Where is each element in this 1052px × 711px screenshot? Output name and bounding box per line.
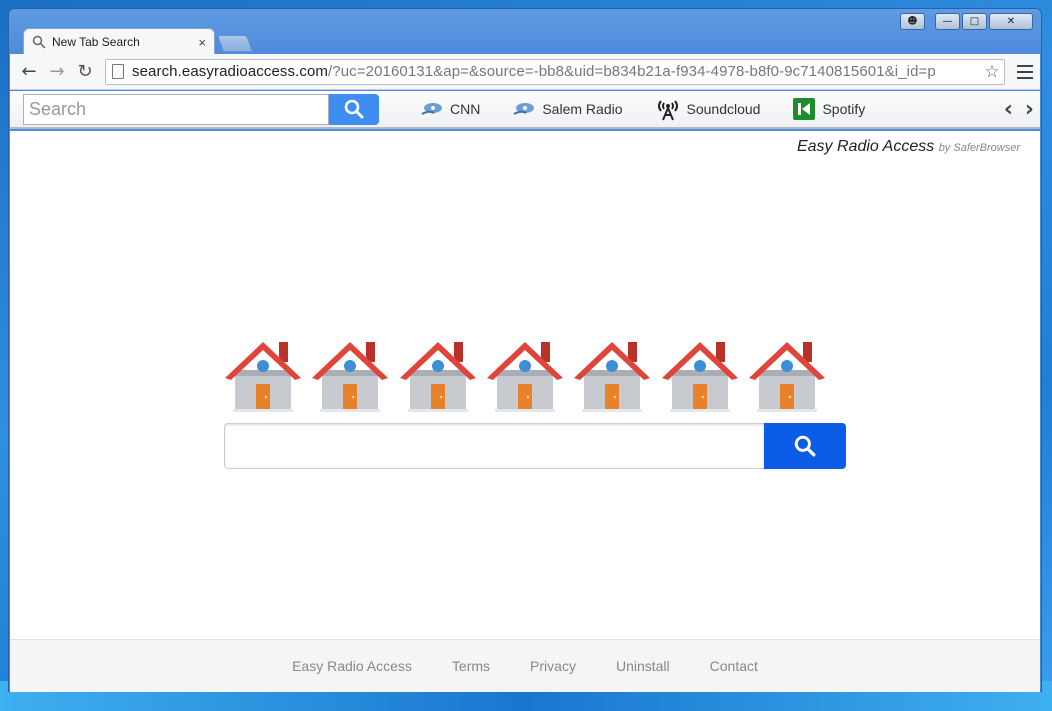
toolbar-link-salem-radio[interactable]: Salem Radio: [513, 101, 623, 117]
tab-title: New Tab Search: [52, 35, 140, 49]
tab-new-tab-search[interactable]: New Tab Search ×: [23, 28, 215, 55]
house-icon: [225, 342, 301, 412]
house-icon: [661, 342, 738, 412]
search-icon: [794, 435, 816, 457]
footer-link-easy-radio-access[interactable]: Easy Radio Access: [292, 658, 412, 674]
antenna-icon: [657, 100, 678, 121]
brand-logo: Easy Radio Access by SaferBrowser: [797, 138, 1020, 156]
toolbar-search-input[interactable]: Search: [23, 93, 329, 125]
main-search-button[interactable]: [764, 423, 846, 469]
maximize-button[interactable]: □: [962, 13, 987, 30]
tab-close-icon[interactable]: ×: [198, 35, 206, 50]
close-window-button[interactable]: ✕: [989, 13, 1033, 30]
houses-banner: [223, 321, 827, 414]
footer-link-privacy[interactable]: Privacy: [530, 658, 576, 674]
toolbar-link-label: CNN: [450, 101, 481, 117]
search-icon: [344, 99, 364, 119]
chrome-menu-icon[interactable]: [1017, 64, 1033, 79]
house-icon: [574, 342, 651, 412]
footer-link-contact[interactable]: Contact: [710, 658, 758, 674]
toolbar-link-spotify[interactable]: Spotify: [793, 98, 865, 120]
chevron-right-icon[interactable]: ›: [1025, 97, 1034, 122]
reload-button[interactable]: ↻: [71, 58, 99, 86]
new-tab-button[interactable]: [216, 35, 254, 52]
page-icon: [112, 64, 124, 79]
toolbar-links: CNN Salem Radio Soundcloud Spotify: [421, 97, 898, 121]
toolbar-nav: ‹ ›: [1004, 97, 1034, 122]
footer-link-terms[interactable]: Terms: [452, 658, 490, 674]
bookmark-star-icon[interactable]: ☆: [980, 59, 1004, 84]
url-text: search.easyradioaccess.com/?uc=20160131&…: [132, 63, 936, 80]
address-bar[interactable]: search.easyradioaccess.com/?uc=20160131&…: [105, 58, 1005, 85]
radio-wave-icon: [421, 103, 442, 115]
house-icon: [748, 342, 825, 412]
user-profile-button[interactable]: ☻: [900, 13, 925, 30]
page-content: Easy Radio Access by SaferBrowser Easy R…: [10, 131, 1040, 692]
browser-window: ☻ — □ ✕ New Tab Search × ← → ↻ search.ea…: [8, 8, 1042, 692]
extension-toolbar: Search CNN Salem Radio Soundcloud Spotif…: [10, 91, 1040, 129]
house-icon: [399, 342, 476, 412]
page-footer: Easy Radio Access Terms Privacy Uninstal…: [10, 639, 1040, 692]
radio-wave-icon: [513, 103, 535, 115]
house-icon: [486, 342, 563, 412]
brand-by: by SaferBrowser: [938, 142, 1020, 154]
search-icon: [32, 35, 46, 49]
toolbar-link-label: Soundcloud: [686, 101, 761, 117]
back-button[interactable]: ←: [15, 58, 43, 86]
toolbar-link-soundcloud[interactable]: Soundcloud: [656, 97, 761, 121]
spotify-icon: [793, 98, 816, 120]
minimize-button[interactable]: —: [935, 13, 960, 30]
toolbar-search-button[interactable]: [329, 93, 379, 125]
window-controls: ☻ — □ ✕: [900, 13, 1033, 30]
chevron-left-icon[interactable]: ‹: [1004, 97, 1013, 122]
forward-button[interactable]: →: [43, 58, 71, 86]
toolbar-link-label: Salem Radio: [542, 101, 623, 117]
footer-link-uninstall[interactable]: Uninstall: [616, 658, 670, 674]
main-search-form: [224, 423, 846, 469]
toolbar-link-cnn[interactable]: CNN: [421, 101, 480, 117]
brand-name: Easy Radio Access: [796, 138, 935, 155]
browser-toolbar: ← → ↻ search.easyradioaccess.com/?uc=201…: [10, 54, 1040, 90]
toolbar-link-label: Spotify: [822, 101, 866, 117]
house-icon: [312, 342, 389, 412]
url-path: /?uc=20160131&ap=&source=-bb8&uid=b834b2…: [328, 63, 936, 80]
url-host: search.easyradioaccess.com: [132, 63, 329, 80]
main-search-input[interactable]: [224, 423, 764, 469]
